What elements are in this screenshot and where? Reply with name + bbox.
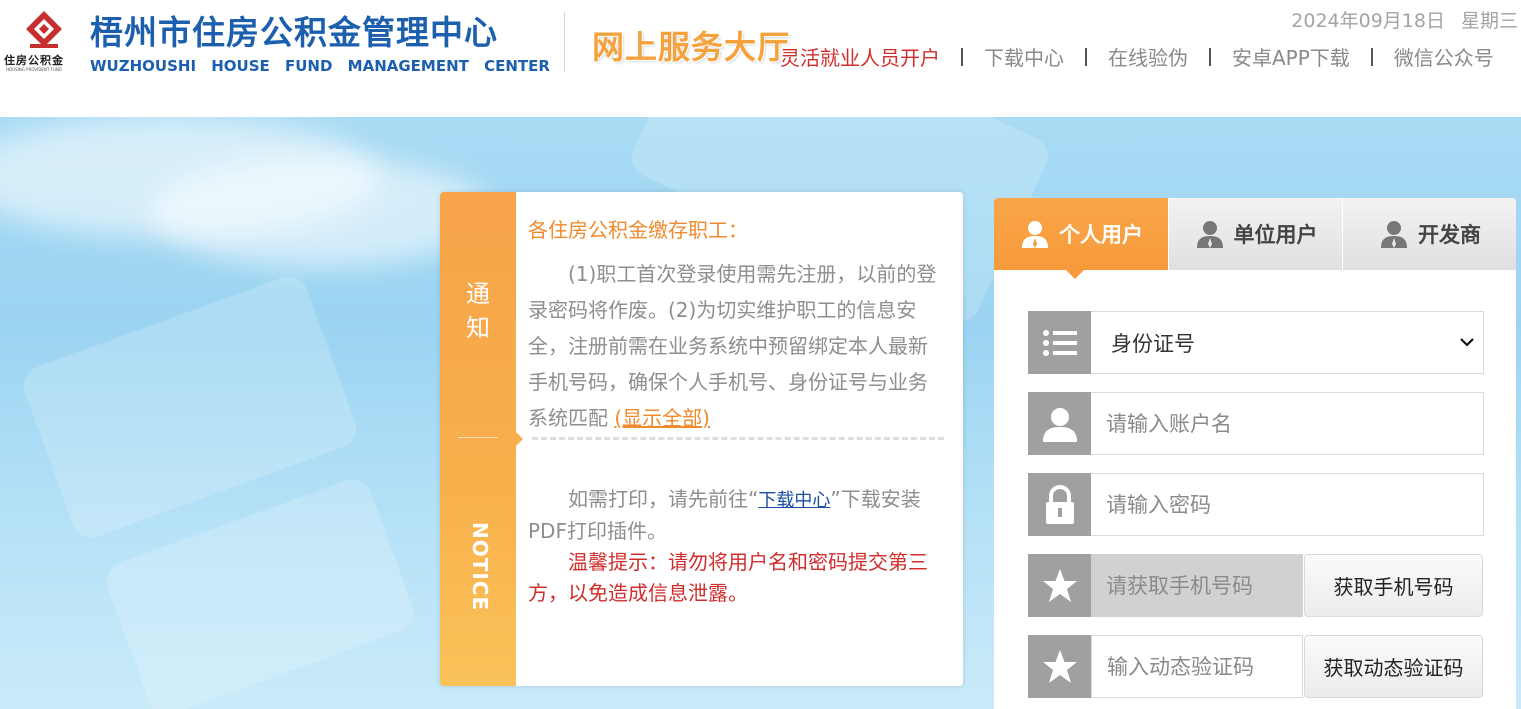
account-row — [1028, 392, 1484, 455]
date-display: 2024年09月18日 星期三 — [1291, 6, 1518, 33]
page-header: 住房公积金 HOUSING PROVIDENT FUND 梧州市住房公积金管理中… — [0, 0, 1521, 117]
top-nav: 灵活就业人员开户 下载中心 在线验伪 安卓APP下载 微信公众号 — [780, 42, 1494, 71]
logo-small-text: 住房公积金 — [4, 54, 64, 67]
weekday-text: 星期三 — [1460, 10, 1518, 32]
notice-strip-divider — [458, 437, 498, 438]
id-type-select[interactable]: 身份证号 — [1091, 311, 1484, 374]
nav-download-center[interactable]: 下载中心 — [984, 42, 1064, 71]
nav-separator — [1370, 47, 1373, 66]
notice-strip: 通 知 NOTICE — [440, 192, 516, 686]
warning-text: 温馨提示：请勿将用户名和密码提交第三方，以免造成信息泄露。 — [528, 550, 928, 605]
print-text-pre: 如需打印，请先前往“ — [568, 487, 759, 511]
logo-tiny-text: HOUSING PROVIDENT FUND — [6, 67, 62, 72]
logo-diamond-icon — [26, 11, 62, 48]
notice-label-char: 知 — [466, 314, 490, 342]
nav-separator — [1209, 47, 1211, 66]
password-input[interactable] — [1091, 473, 1484, 536]
notice-label-zh: 通 知 — [440, 277, 516, 345]
nav-separator — [1085, 47, 1087, 66]
chevron-down-icon — [1460, 338, 1474, 347]
notice-paragraph: (1)职工首次登录使用需先注册，以前的登录密码将作废。(2)为切实维护职工的信息… — [528, 256, 938, 436]
nav-online-verify[interactable]: 在线验伪 — [1108, 42, 1188, 71]
phone-input[interactable] — [1091, 554, 1303, 617]
tab-company-user[interactable]: 单位用户 — [1168, 198, 1342, 270]
tab-label: 开发商 — [1418, 223, 1481, 247]
nav-wechat[interactable]: 微信公众号 — [1394, 42, 1494, 71]
user-icon — [1381, 221, 1407, 248]
notice-panel: 通 知 NOTICE 各住房公积金缴存职工： (1)职工首次登录使用需先注册，以… — [440, 192, 963, 686]
notice-dashed-divider — [532, 437, 944, 440]
hall-title: 网上服务大厅 — [592, 28, 791, 66]
tab-developer[interactable]: 开发商 — [1342, 198, 1516, 270]
list-icon — [1028, 311, 1091, 374]
get-code-button[interactable]: 获取动态验证码 — [1304, 635, 1483, 698]
login-tabs: 个人用户 单位用户 开发商 — [994, 198, 1516, 279]
notice-arrow — [516, 432, 523, 446]
show-all-link[interactable]: (显示全部) — [614, 406, 710, 430]
print-paragraph: 如需打印，请先前往“下载中心”下载安装PDF打印插件。 — [528, 484, 938, 547]
notice-heading: 各住房公积金缴存职工： — [528, 218, 748, 242]
nav-android-app[interactable]: 安卓APP下载 — [1232, 42, 1350, 71]
login-panel: 个人用户 单位用户 开发商 身份证号 请输入账户名 请获取手机号码 获取手机号码… — [994, 198, 1516, 709]
notice-content: 各住房公积金缴存职工： (1)职工首次登录使用需先注册，以前的登录密码将作废。(… — [528, 212, 938, 436]
nav-separator — [961, 47, 963, 66]
header-divider — [564, 12, 565, 72]
get-phone-button[interactable]: 获取手机号码 — [1304, 554, 1483, 617]
star-icon — [1028, 635, 1091, 698]
code-input[interactable] — [1091, 635, 1303, 698]
user-icon — [1028, 392, 1091, 455]
tab-label: 个人用户 — [1059, 223, 1143, 247]
phone-row: 获取手机号码 — [1028, 554, 1484, 617]
lock-icon — [1028, 473, 1091, 536]
notice-print-info: 如需打印，请先前往“下载中心”下载安装PDF打印插件。 温馨提示：请勿将用户名和… — [528, 484, 938, 609]
user-icon — [1022, 221, 1048, 248]
active-tab-pointer — [1066, 270, 1084, 279]
tab-personal-user[interactable]: 个人用户 — [994, 198, 1168, 270]
notice-label-char: 通 — [466, 280, 490, 308]
id-type-selected-value: 身份证号 — [1111, 331, 1195, 356]
org-name-en: WUZHOUSHI HOUSE FUND MANAGEMENT CENTER — [90, 57, 550, 75]
date-text: 2024年09月18日 — [1291, 10, 1445, 32]
account-input[interactable] — [1091, 392, 1484, 455]
notice-label-en: NOTICE — [468, 522, 492, 612]
user-icon — [1196, 221, 1223, 248]
download-center-link[interactable]: 下载中心 — [758, 490, 830, 511]
tab-label: 单位用户 — [1233, 223, 1318, 247]
cloud-decoration — [150, 157, 490, 267]
notice-body-text: (1)职工首次登录使用需先注册，以前的登录密码将作废。(2)为切实维护职工的信息… — [528, 262, 937, 430]
nav-flexible-employment-open[interactable]: 灵活就业人员开户 — [780, 42, 940, 71]
password-row — [1028, 473, 1484, 536]
star-icon — [1028, 554, 1091, 617]
id-type-row: 身份证号 — [1028, 311, 1484, 374]
code-row: 获取动态验证码 — [1028, 635, 1484, 698]
org-name: 梧州市住房公积金管理中心 — [90, 13, 498, 52]
